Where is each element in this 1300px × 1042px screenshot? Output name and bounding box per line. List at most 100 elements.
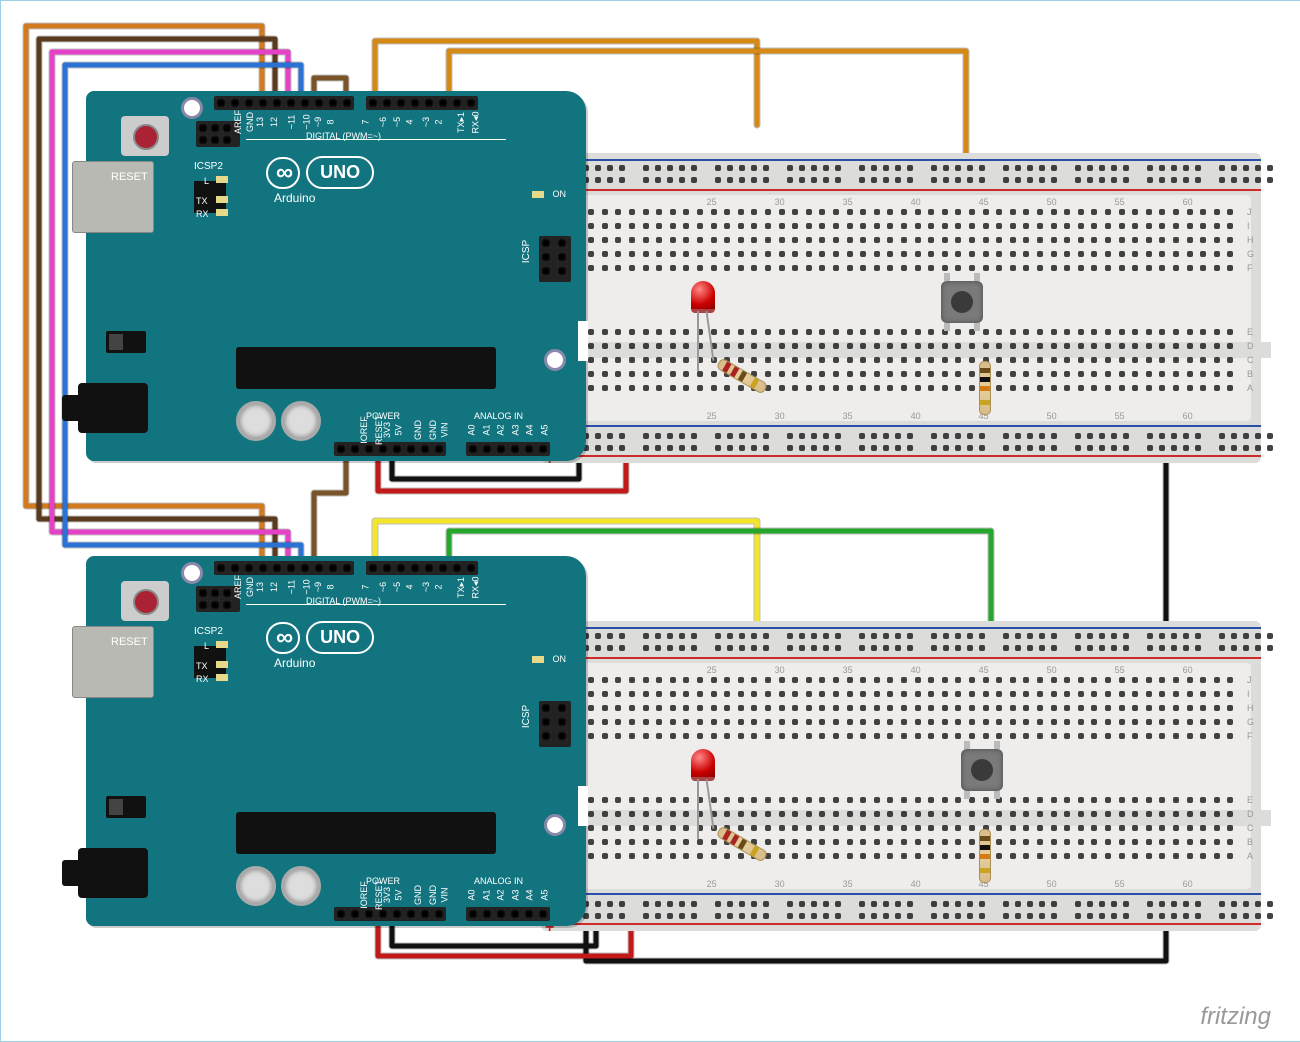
breadboard-hole (887, 343, 893, 349)
breadboard-hole (670, 677, 676, 683)
breadboard-hole (915, 691, 921, 697)
breadboard-hole (738, 223, 744, 229)
breadboard-hole (928, 797, 934, 803)
breadboard-hole (615, 371, 621, 377)
breadboard-hole (751, 733, 757, 739)
pin-label: 12 (269, 117, 279, 127)
breadboard-hole (697, 839, 703, 845)
breadboard-hole (1105, 839, 1111, 845)
breadboard-hole (1146, 825, 1152, 831)
breadboard-hole (1051, 677, 1057, 683)
mounting-hole (181, 97, 203, 119)
breadboard-hole (1146, 811, 1152, 817)
col-number: 25 (707, 665, 717, 675)
breadboard-hole (806, 209, 812, 215)
led-tx (216, 196, 228, 203)
breadboard-hole (874, 733, 880, 739)
row-letter: H (1247, 703, 1254, 713)
led-on (532, 191, 544, 198)
breadboard-hole (996, 357, 1002, 363)
breadboard-hole (751, 329, 757, 335)
breadboard-hole (915, 329, 921, 335)
pin-label: TX▸1 (456, 577, 467, 598)
reset-button[interactable] (121, 116, 169, 156)
breadboard-hole (792, 251, 798, 257)
breadboard-hole (847, 677, 853, 683)
icsp-label: ICSP (521, 240, 532, 263)
breadboard-hole (1173, 209, 1179, 215)
breadboard-hole (1091, 385, 1097, 391)
row-letter: F (1247, 731, 1253, 741)
breadboard-hole (670, 385, 676, 391)
breadboard-hole (1105, 343, 1111, 349)
breadboard-hole (969, 839, 975, 845)
breadboard-hole (915, 371, 921, 377)
breadboard-hole (1119, 237, 1125, 243)
breadboard-hole (996, 209, 1002, 215)
breadboard-hole (779, 265, 785, 271)
breadboard-hole (1173, 691, 1179, 697)
breadboard-hole (860, 251, 866, 257)
breadboard-hole (1105, 265, 1111, 271)
breadboard-hole (588, 853, 594, 859)
pin-label: A4 (525, 424, 535, 435)
breadboard-hole (643, 329, 649, 335)
breadboard-hole (860, 705, 866, 711)
breadboard-hole (983, 811, 989, 817)
breadboard-hole (915, 357, 921, 363)
pushbutton-bottom[interactable] (961, 749, 1003, 791)
breadboard-hole (615, 223, 621, 229)
breadboard-hole (1010, 371, 1016, 377)
rail-line (541, 189, 1261, 191)
breadboard-hole (670, 237, 676, 243)
breadboard-hole (996, 265, 1002, 271)
breadboard-hole (969, 733, 975, 739)
breadboard-hole (1173, 811, 1179, 817)
breadboard-hole (874, 209, 880, 215)
breadboard-hole (1132, 251, 1138, 257)
breadboard-hole (928, 343, 934, 349)
breadboard-hole (1010, 265, 1016, 271)
breadboard-hole (1214, 691, 1220, 697)
breadboard-hole (915, 237, 921, 243)
breadboard-hole (969, 677, 975, 683)
breadboard-hole (792, 209, 798, 215)
breadboard-hole (819, 839, 825, 845)
fritzing-watermark: fritzing (1200, 1003, 1271, 1031)
breadboard-hole (1227, 825, 1233, 831)
breadboard-hole (1064, 839, 1070, 845)
breadboard-hole (860, 839, 866, 845)
breadboard-hole (1105, 811, 1111, 817)
breadboard-hole (697, 237, 703, 243)
breadboard-hole (901, 797, 907, 803)
breadboard-hole (602, 357, 608, 363)
breadboard-hole (847, 237, 853, 243)
breadboard-hole (1227, 237, 1233, 243)
breadboard-hole (1023, 825, 1029, 831)
breadboard-hole (724, 733, 730, 739)
breadboard-hole (819, 343, 825, 349)
breadboard-hole (1214, 265, 1220, 271)
breadboard-hole (602, 329, 608, 335)
breadboard-hole (1227, 251, 1233, 257)
breadboard-hole (1078, 811, 1084, 817)
breadboard-hole (983, 677, 989, 683)
reset-button[interactable] (121, 581, 169, 621)
breadboard-hole (1187, 733, 1193, 739)
breadboard-hole (643, 719, 649, 725)
breadboard-hole (1064, 853, 1070, 859)
pushbutton-top[interactable] (941, 281, 983, 323)
breadboard-hole (806, 811, 812, 817)
col-number: 35 (843, 197, 853, 207)
col-number: 50 (1047, 197, 1057, 207)
breadboard-hole (983, 797, 989, 803)
breadboard-hole (887, 329, 893, 335)
breadboard-hole (1173, 357, 1179, 363)
breadboard-hole (765, 237, 771, 243)
breadboard-hole (1105, 691, 1111, 697)
breadboard-hole (1105, 329, 1111, 335)
breadboard-hole (1214, 677, 1220, 683)
breadboard-hole (697, 691, 703, 697)
breadboard-hole (1119, 223, 1125, 229)
breadboard-hole (738, 385, 744, 391)
